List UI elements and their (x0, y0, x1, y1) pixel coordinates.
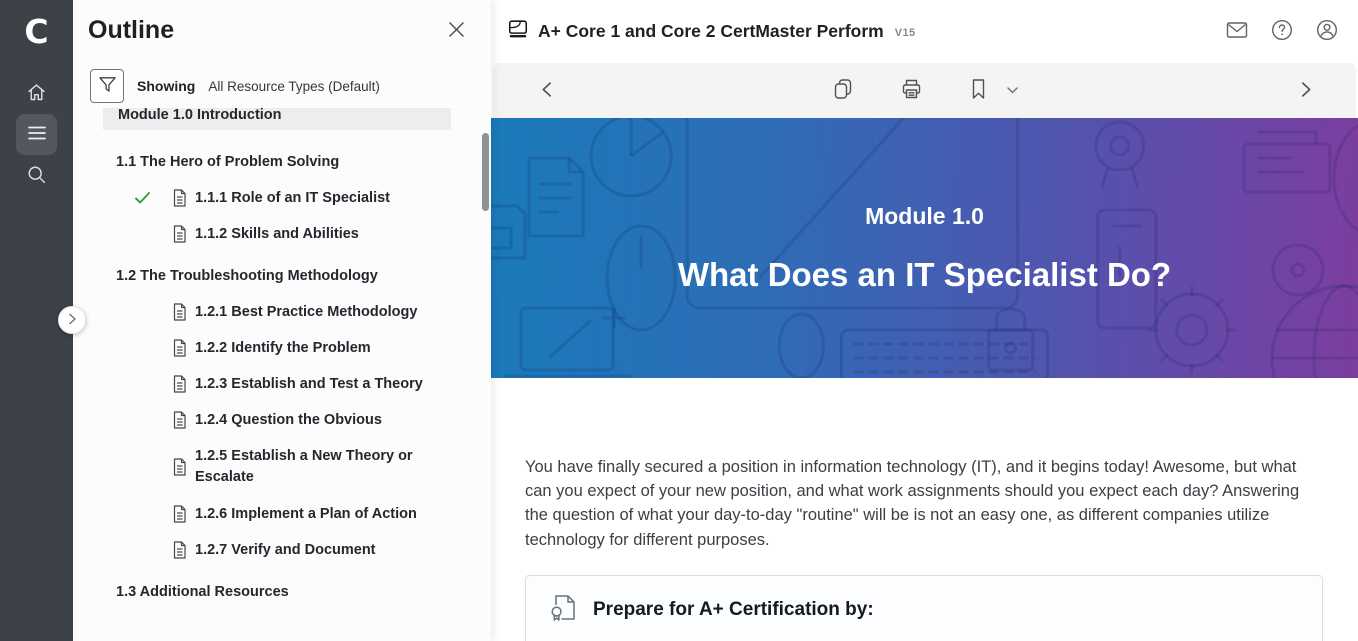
outline-item-lesson[interactable]: 1.2.1 Best Practice Methodology (103, 302, 455, 322)
document-icon (172, 339, 187, 357)
showing-label: Showing (137, 78, 195, 94)
document-icon (172, 458, 187, 476)
outline-item-lesson[interactable]: 1.2.7 Verify and Document (103, 540, 455, 560)
chevron-right-icon (1299, 81, 1314, 101)
document-icon (172, 189, 187, 207)
document-icon (172, 375, 187, 393)
outline-item-lesson[interactable]: 1.1.2 Skills and Abilities (103, 224, 455, 244)
print-button[interactable] (897, 75, 925, 106)
chevron-right-small-icon (68, 313, 77, 328)
outline-item-section[interactable]: 1.2 The Troubleshooting Methodology (103, 266, 451, 286)
outline-button[interactable] (16, 114, 57, 155)
outline-item-label: 1.2.5 Establish a New Theory or Escalate (195, 446, 435, 488)
tech-pattern-background (491, 118, 1358, 378)
outline-item-section[interactable]: 1.3 Additional Resources (103, 582, 451, 602)
copy-button[interactable] (829, 75, 855, 106)
outline-item-label: 1.3 Additional Resources (116, 584, 289, 600)
outline-item-label: 1.2.6 Implement a Plan of Action (195, 504, 417, 524)
copy-icon (831, 77, 853, 104)
outline-panel: Outline Showing All Resource Types (Defa… (73, 0, 491, 641)
outline-menu-icon (27, 125, 47, 144)
search-button[interactable] (16, 155, 57, 196)
banner-title: What Does an IT Specialist Do? (678, 256, 1171, 294)
outline-item-lesson[interactable]: 1.2.3 Establish and Test a Theory (103, 374, 455, 394)
outline-item-lesson[interactable]: 1.2.4 Question the Obvious (103, 410, 455, 430)
document-icon (172, 303, 187, 321)
toolbar-center-group (829, 75, 1020, 106)
outline-item-label: 1.2.2 Identify the Problem (195, 338, 371, 358)
reader-toolbar (493, 63, 1356, 118)
main-area: A+ Core 1 and Core 2 CertMaster Perform … (491, 0, 1358, 641)
outline-item-label: 1.1.1 Role of an IT Specialist (195, 188, 390, 208)
account-button[interactable] (1313, 16, 1341, 47)
print-icon (899, 77, 923, 104)
document-icon (172, 411, 187, 429)
outline-item-section[interactable]: 1.1 The Hero of Problem Solving (103, 152, 451, 172)
outline-title: Outline (88, 16, 174, 45)
app-root: C (0, 0, 1358, 641)
document-icon (172, 505, 187, 523)
panel-collapse-button[interactable] (58, 306, 86, 334)
outline-item-module[interactable]: Module 1.0 Introduction (103, 108, 451, 130)
course-version-badge: V15 (895, 27, 916, 39)
bookmark-menu-button[interactable] (1004, 81, 1020, 100)
course-header-actions (1223, 16, 1341, 47)
previous-page-button[interactable] (537, 79, 556, 103)
bookmark-icon (969, 78, 987, 103)
document-icon (172, 225, 187, 243)
filter-funnel-icon (98, 76, 117, 96)
outline-item-label: 1.2.7 Verify and Document (195, 540, 376, 560)
course-header: A+ Core 1 and Core 2 CertMaster Perform … (491, 0, 1358, 62)
course-title: A+ Core 1 and Core 2 CertMaster Perform (538, 21, 884, 42)
callout-title: Prepare for A+ Certification by: (593, 599, 874, 621)
outline-item-lesson[interactable]: 1.2.2 Identify the Problem (103, 338, 455, 358)
filter-row: Showing All Resource Types (Default) (90, 69, 491, 103)
outline-item-label: 1.2.4 Question the Obvious (195, 410, 382, 430)
completed-check-icon (134, 191, 151, 205)
callout-header: Prepare for A+ Certification by: (548, 592, 1302, 628)
outline-panel-header: Outline (73, 0, 491, 45)
course-header-left: A+ Core 1 and Core 2 CertMaster Perform … (507, 18, 916, 45)
banner-module-label: Module 1.0 (865, 203, 984, 230)
outline-scrollbar-thumb[interactable] (482, 133, 489, 211)
chevron-left-icon (539, 81, 554, 101)
outline-item-label: 1.2.3 Establish and Test a Theory (195, 374, 423, 394)
chevron-down-icon (1006, 83, 1018, 98)
bookmark-button[interactable] (967, 76, 989, 105)
home-button[interactable] (16, 73, 57, 114)
document-icon (172, 541, 187, 559)
outline-item-label: 1.2 The Troubleshooting Methodology (116, 268, 378, 284)
lesson-paragraph: You have finally secured a position in i… (525, 455, 1323, 552)
lesson-content: You have finally secured a position in i… (491, 378, 1358, 641)
showing-value: All Resource Types (Default) (208, 79, 380, 94)
outline-item-label: 1.1 The Hero of Problem Solving (116, 154, 339, 170)
outline-item-label: Module 1.0 Introduction (118, 108, 282, 123)
certificate-icon (548, 592, 579, 628)
messages-button[interactable] (1223, 16, 1251, 47)
book-icon (507, 18, 529, 45)
bookmark-group (967, 76, 1020, 105)
account-icon (1315, 18, 1339, 45)
close-outline-button[interactable] (444, 17, 469, 45)
rail-nav (16, 73, 57, 196)
outline-item-label: 1.2.1 Best Practice Methodology (195, 302, 417, 322)
outline-item-lesson[interactable]: 1.2.6 Implement a Plan of Action (103, 504, 455, 524)
outline-list: Module 1.0 Introduction 1.1 The Hero of … (73, 108, 491, 641)
outline-item-label: 1.1.2 Skills and Abilities (195, 224, 359, 244)
home-icon (26, 82, 47, 106)
module-hero-banner: Module 1.0 What Does an IT Specialist Do… (491, 118, 1358, 378)
help-icon (1270, 18, 1294, 45)
outline-item-lesson[interactable]: 1.2.5 Establish a New Theory or Escalate (103, 446, 455, 488)
next-page-button[interactable] (1297, 79, 1316, 103)
close-icon (448, 21, 465, 41)
outline-item-lesson[interactable]: 1.1.1 Role of an IT Specialist (103, 188, 455, 208)
certification-callout: Prepare for A+ Certification by: Describ… (525, 575, 1323, 641)
brand-logo: C (24, 8, 48, 56)
envelope-icon (1225, 18, 1249, 45)
filter-button[interactable] (90, 69, 124, 103)
search-icon (26, 164, 47, 188)
help-button[interactable] (1268, 16, 1296, 47)
